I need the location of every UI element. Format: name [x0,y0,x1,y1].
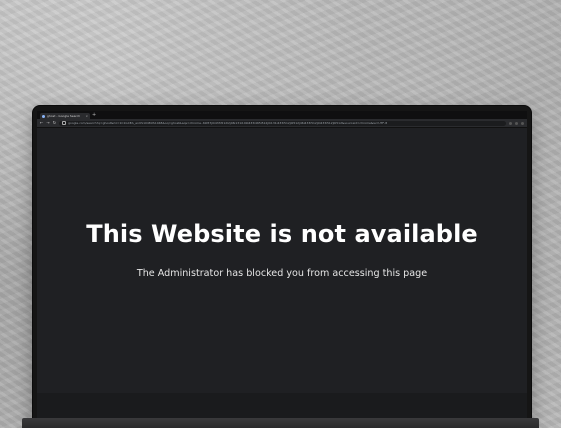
favicon-icon [42,114,45,118]
browser-tab[interactable]: ghost - Google Search × [40,113,90,119]
taskbar [37,393,527,421]
lock-icon [62,121,67,125]
laptop-base [22,418,539,428]
back-icon[interactable]: ← [40,121,43,125]
tab-close-icon[interactable]: × [85,114,88,118]
tab-title: ghost - Google Search [47,114,81,118]
url-text: google.com/search?q=ghost&rlz=1C1GCEA_en… [68,121,388,125]
tab-bar: ghost - Google Search × + [37,111,527,119]
blocked-page: This Website is not available The Admini… [37,128,527,393]
browser-window: ghost - Google Search × + ← → ↻ google.c… [37,111,527,421]
profile-icon[interactable] [515,121,518,125]
block-message: The Administrator has blocked you from a… [136,268,428,279]
new-tab-button[interactable]: + [92,112,96,118]
url-input[interactable]: google.com/search?q=ghost&rlz=1C1GCEA_en… [59,120,506,126]
forward-icon[interactable]: → [46,121,49,125]
extension-icon[interactable] [509,121,512,125]
page-title: This Website is not available [86,220,478,248]
reload-icon[interactable]: ↻ [53,121,56,125]
menu-icon[interactable] [521,121,524,125]
address-bar: ← → ↻ google.com/search?q=ghost&rlz=1C1G… [37,119,527,128]
laptop-frame: ghost - Google Search × + ← → ↻ google.c… [33,106,531,428]
